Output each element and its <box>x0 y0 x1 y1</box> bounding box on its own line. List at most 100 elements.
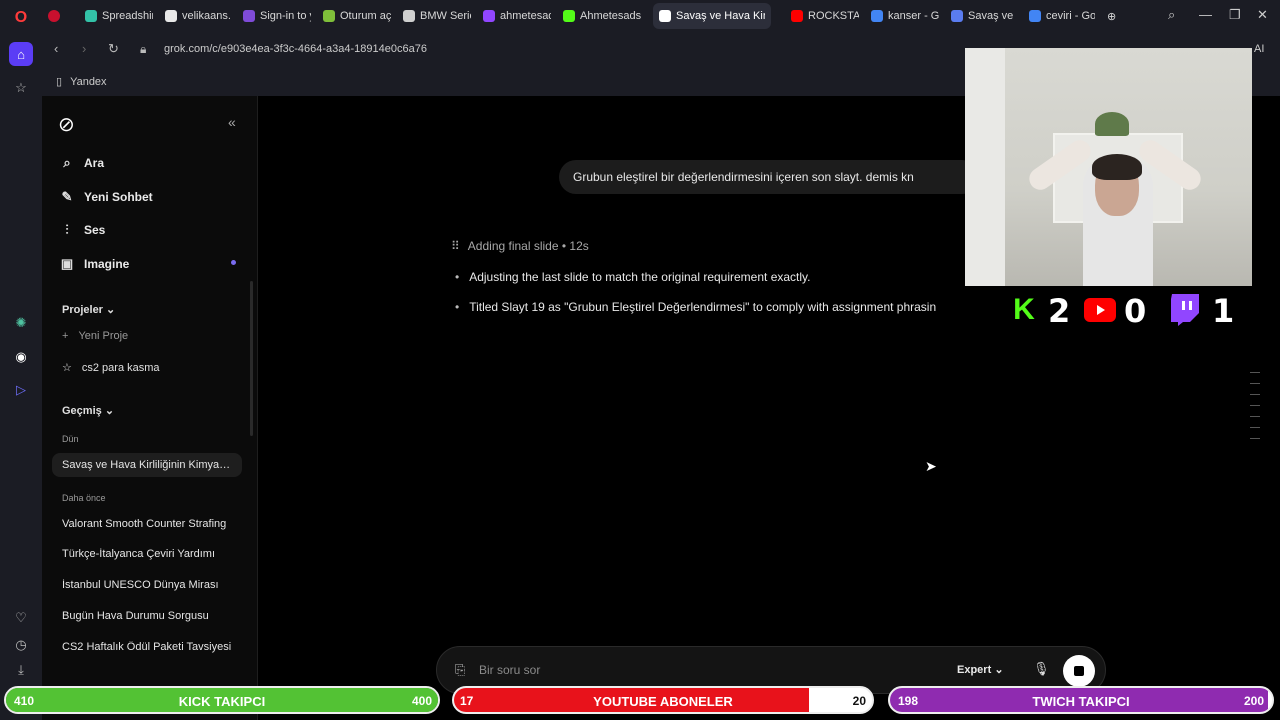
new-tab-button[interactable]: ⊕ <box>1101 3 1125 29</box>
tab-1[interactable]: velikaans.co <box>159 3 237 29</box>
youtube-goal-bar: 17 YOUTUBE ABONELER 20 <box>452 686 874 714</box>
sidebar-scrollbar[interactable] <box>250 281 253 436</box>
image-icon: ▣ <box>60 256 74 271</box>
lock-icon: 🔒︎ <box>140 42 147 56</box>
tab-title: Oturum aç <box>340 10 391 22</box>
history-icon[interactable]: ◷ <box>9 633 33 657</box>
player-icon[interactable]: ◉ <box>9 345 33 369</box>
search-tabs-icon[interactable]: ⌕ <box>1168 7 1175 23</box>
bookmark-label: Yandex <box>70 75 107 88</box>
mode-label: Expert <box>957 664 992 676</box>
chat-input[interactable]: Bir soru sor <box>479 663 540 677</box>
maximize-button[interactable]: ❐ <box>1229 7 1241 23</box>
tab-title: kanser - Goo <box>888 10 939 22</box>
tab-title: ceviri - Goo <box>1046 10 1095 22</box>
tab-9[interactable]: kanser - Goo <box>865 3 945 29</box>
tab-title: Ahmetesads <box>580 10 642 22</box>
history-item[interactable]: Valorant Smooth Counter Strafing <box>62 518 238 530</box>
group-label: Daha önce <box>62 493 106 503</box>
pinned-tab-icon <box>48 10 60 22</box>
download-icon[interactable]: ⤓ <box>9 658 33 682</box>
twitch-goal-target: 200 <box>1243 694 1264 708</box>
history-item[interactable]: Bugün Hava Durumu Sorgusu <box>62 610 238 622</box>
history-item[interactable]: İstanbul UNESCO Dünya Mirası <box>62 579 238 591</box>
nav-label: Imagine <box>84 257 130 271</box>
plus-icon: ⊕ <box>1107 10 1117 23</box>
twitch-goal-label: TWICH TAKIPCI <box>1032 694 1130 709</box>
tab-2[interactable]: Sign-in to y <box>237 3 317 29</box>
nav-label: Ses <box>84 223 106 237</box>
screen: O ⌂ ☆ ✺ ◉ ▷ ♡ ◷ ⤓ Spreadshirt velikaans.… <box>0 0 1280 720</box>
star-icon[interactable]: ☆ <box>9 76 33 100</box>
youtube-icon <box>1084 294 1116 326</box>
history-header[interactable]: Geçmiş ⌄ <box>62 404 114 417</box>
tab-6[interactable]: Ahmetesads <box>557 3 653 29</box>
kick-goal-target: 400 <box>411 694 432 708</box>
opera-logo-icon[interactable]: O <box>9 6 33 30</box>
new-project-button[interactable]: + Yeni Proje <box>62 330 128 342</box>
forward-icon[interactable]: › <box>82 41 86 56</box>
tab-favicon-icon <box>403 10 415 22</box>
tab-title: Sign-in to y <box>260 10 311 22</box>
project-label: cs2 para kasma <box>81 361 160 374</box>
nav-search[interactable]: ⌕ Ara <box>60 155 104 171</box>
nav-new-chat[interactable]: ✎ Yeni Sohbet <box>60 189 153 205</box>
tab-0[interactable]: Spreadshirt <box>79 3 159 29</box>
tab-8[interactable]: ROCKSTAR <box>785 3 865 29</box>
projects-header[interactable]: Projeler ⌄ <box>62 303 115 316</box>
star-icon: ☆ <box>62 362 72 374</box>
back-icon[interactable]: ‹ <box>54 41 58 56</box>
tab-title: Spreadshirt <box>102 10 153 22</box>
browser-sidebar: O ⌂ ☆ ✺ ◉ ▷ ♡ ◷ ⤓ <box>0 0 42 720</box>
nav-label: Ara <box>84 156 105 170</box>
tab-favicon-icon <box>1029 10 1041 22</box>
home-icon[interactable]: ⌂ <box>9 42 33 66</box>
attach-icon[interactable]: ⎘ <box>455 662 465 678</box>
aria-icon[interactable]: ▷ <box>9 378 33 402</box>
reload-icon[interactable]: ↻ <box>108 41 119 57</box>
tab-7-active[interactable]: Savaş ve Hava Kirliliğ <box>653 3 771 29</box>
section-label: Projeler <box>62 304 103 316</box>
scroll-minimap[interactable] <box>1250 372 1260 449</box>
tab-favicon-icon <box>951 10 963 22</box>
nav-label: Yeni Sohbet <box>84 190 153 204</box>
nav-voice[interactable]: ⫶ Ses <box>60 222 105 238</box>
url-field[interactable]: grok.com/c/e903e4ea-3f3c-4664-a3a4-18914… <box>164 43 427 55</box>
history-item[interactable]: Türkçe-İtalyanca Çeviri Yardımı <box>62 548 238 560</box>
thinking-status[interactable]: ⠿ Adding final slide • 12s <box>451 239 589 253</box>
model-mode-select[interactable]: Expert ⌄ <box>957 663 1004 676</box>
mic-icon[interactable]: 🎙︎ <box>1033 661 1050 677</box>
user-message: Grubun eleştirel bir değerlendirmesini i… <box>559 160 979 194</box>
thinking-bullet: Adjusting the last slide to match the or… <box>455 270 810 284</box>
history-item[interactable]: CS2 Haftalık Ödül Paketi Tavsiyesi <box>62 641 238 653</box>
twitch-icon <box>1168 294 1200 326</box>
chatgpt-icon[interactable]: ✺ <box>9 311 33 335</box>
tab-5[interactable]: ahmetesads <box>477 3 557 29</box>
twitch-count: 1 <box>1212 292 1235 330</box>
stop-button[interactable] <box>1063 655 1095 687</box>
tab-10[interactable]: Savaş ve Ha <box>945 3 1023 29</box>
webcam-hair <box>1092 154 1142 180</box>
history-item-selected[interactable]: Savaş ve Hava Kirliliğinin Kimyasal Etki… <box>52 453 242 477</box>
kick-goal-bar: 410 KICK TAKIPCI 400 <box>4 686 440 714</box>
kick-count: 2 <box>1048 292 1071 330</box>
bookmark-yandex[interactable]: ▯ Yandex <box>56 75 107 89</box>
collapse-sidebar-icon[interactable]: « <box>228 114 236 130</box>
chevron-down-icon: ⌄ <box>106 304 116 316</box>
ai-button[interactable]: AI <box>1254 43 1264 55</box>
nav-imagine[interactable]: ▣ Imagine <box>60 256 130 272</box>
chat-sidebar: ⊘ « ⌕ Ara ✎ Yeni Sohbet ⫶ Ses ▣ Imagine Proj… <box>42 96 258 720</box>
close-button[interactable]: ✕ <box>1257 7 1268 23</box>
tab-11[interactable]: ceviri - Goo <box>1023 3 1101 29</box>
tab-title: ahmetesads <box>500 10 551 22</box>
tab-pinned[interactable] <box>42 3 79 29</box>
minimize-button[interactable]: — <box>1199 7 1212 22</box>
tab-3[interactable]: Oturum aç <box>317 3 397 29</box>
kick-goal-label: KICK TAKIPCI <box>178 694 266 709</box>
youtube-count: 0 <box>1124 292 1147 330</box>
project-item[interactable]: ☆ cs2 para kasma <box>62 361 160 375</box>
tab-favicon-icon <box>243 10 255 22</box>
grok-logo-icon[interactable]: ⊘ <box>58 112 75 137</box>
tab-4[interactable]: BMW Serie <box>397 3 477 29</box>
heart-icon[interactable]: ♡ <box>9 606 33 630</box>
